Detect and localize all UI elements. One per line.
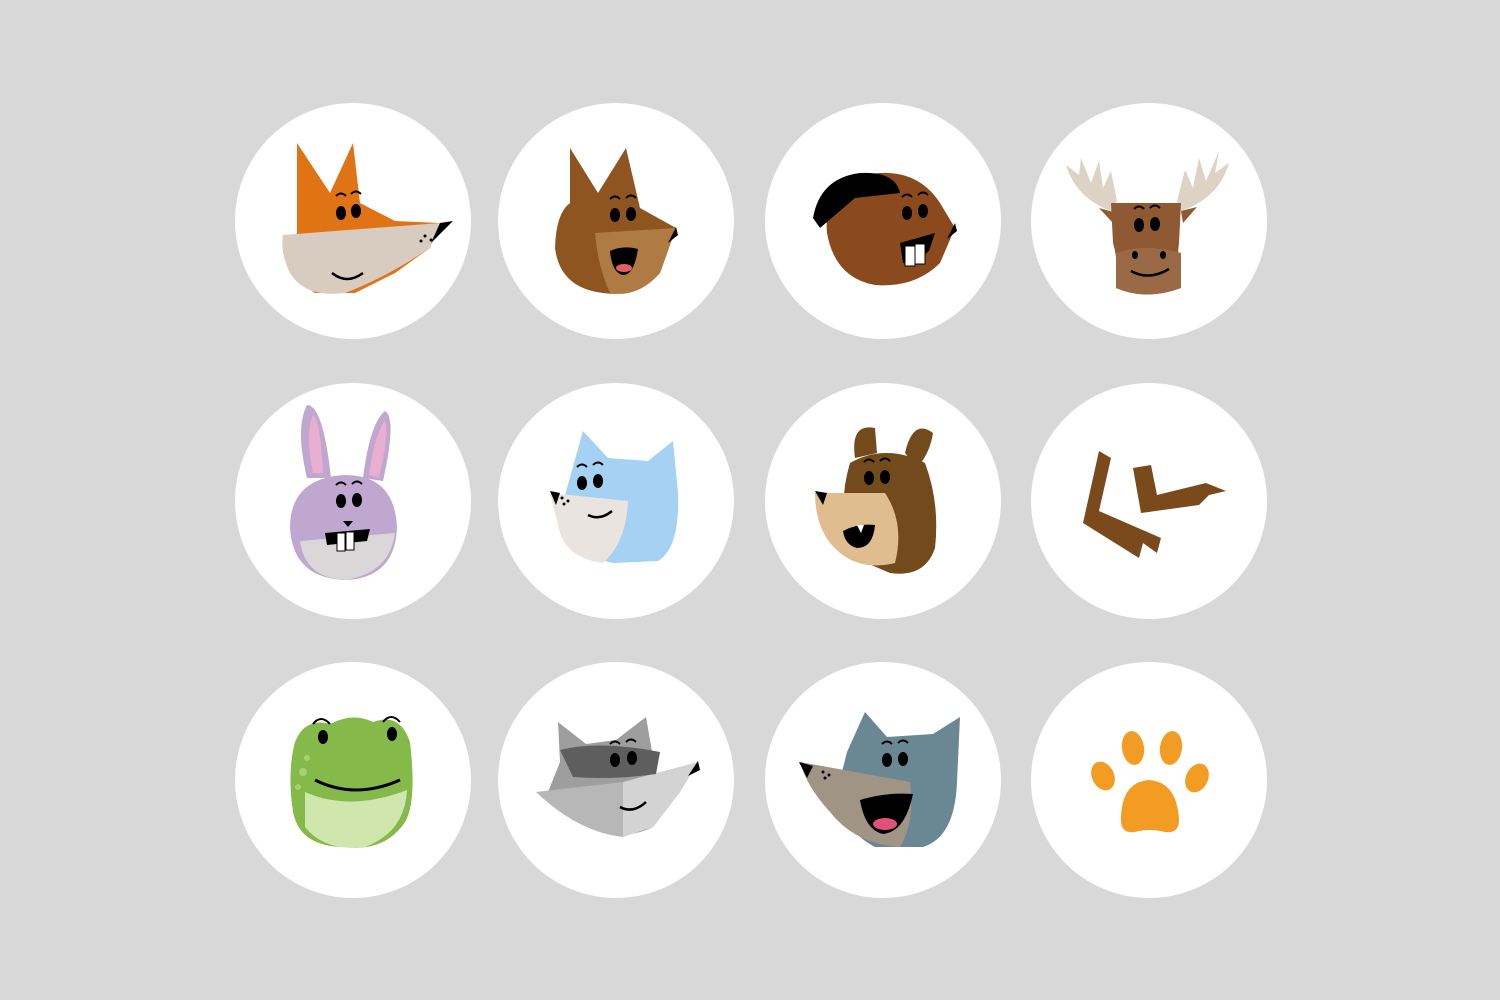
frog-icon	[290, 716, 413, 848]
rabbit-icon	[290, 405, 397, 580]
raccoon-icon	[536, 717, 700, 837]
bear-icon	[815, 427, 937, 574]
avatar-option-fox[interactable]	[235, 103, 471, 339]
avatar-option-moose[interactable]	[1031, 103, 1267, 339]
avatar-option-wolf[interactable]	[765, 662, 1001, 898]
avatar-picker	[0, 0, 1500, 1000]
avatar-option-paw[interactable]	[1031, 662, 1267, 898]
avatar-option-beaver[interactable]	[765, 103, 1001, 339]
fox-icon	[282, 143, 453, 294]
moose-icon	[1066, 151, 1229, 295]
avatar-option-cat[interactable]	[498, 383, 734, 619]
avatar-option-frog[interactable]	[235, 662, 471, 898]
squirrel-icon	[555, 148, 678, 294]
wolf-icon	[799, 712, 960, 847]
paw-icon	[1091, 731, 1209, 833]
antler-icon	[1083, 451, 1226, 558]
avatar-option-squirrel[interactable]	[498, 103, 734, 339]
avatar-option-antler[interactable]	[1031, 383, 1267, 619]
avatar-option-raccoon[interactable]	[498, 662, 734, 898]
avatar-option-bear[interactable]	[765, 383, 1001, 619]
cat-icon	[550, 431, 679, 563]
avatar-option-rabbit[interactable]	[235, 383, 471, 619]
beaver-icon	[813, 172, 957, 286]
